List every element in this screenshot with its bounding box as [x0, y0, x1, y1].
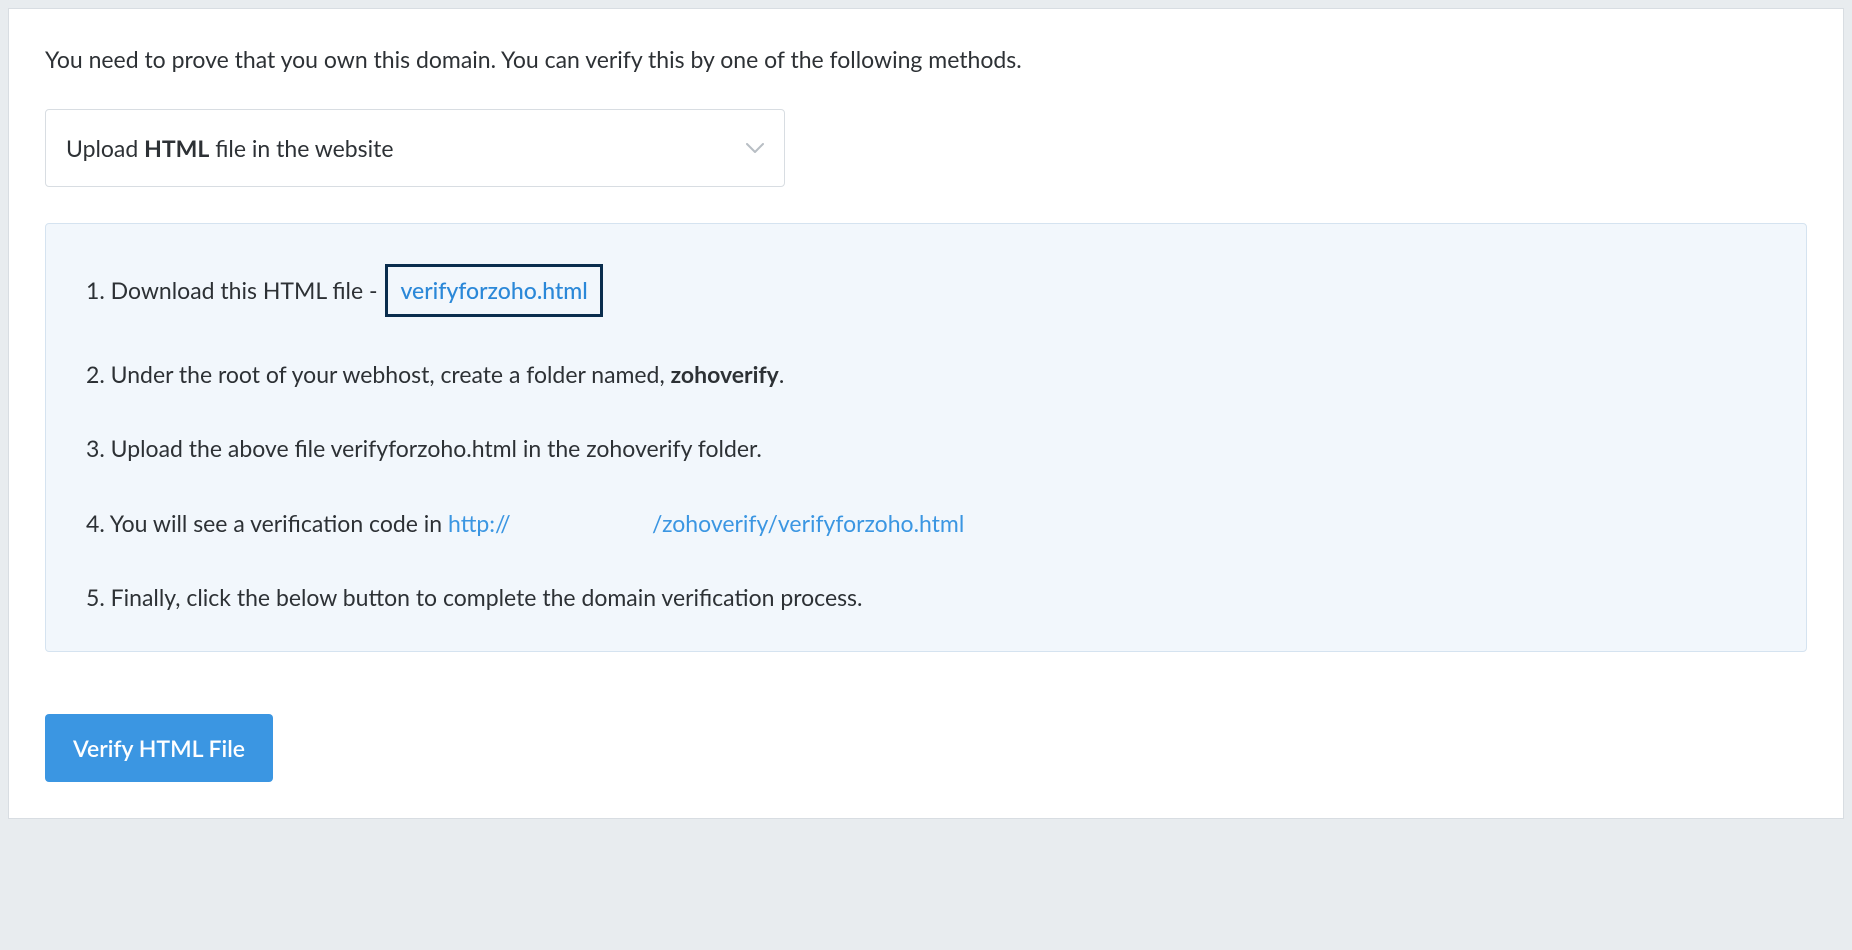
verify-html-file-button[interactable]: Verify HTML File: [45, 714, 273, 782]
step-4: 4. You will see a verification code in h…: [86, 506, 1766, 541]
step-1: 1. Download this HTML file - verifyforzo…: [86, 264, 1766, 317]
download-file-link-box[interactable]: verifyforzoho.html: [385, 264, 602, 317]
step-3: 3. Upload the above file verifyforzoho.h…: [86, 431, 1766, 466]
verification-url-link[interactable]: http:// /zohoverify/verifyforzoho.html: [448, 509, 964, 537]
verification-method-select[interactable]: Upload HTML file in the website: [45, 109, 785, 187]
intro-text: You need to prove that you own this doma…: [45, 45, 1807, 73]
download-file-link: verifyforzoho.html: [400, 276, 587, 304]
instructions-panel: 1. Download this HTML file - verifyforzo…: [45, 223, 1807, 652]
step-5: 5. Finally, click the below button to co…: [86, 580, 1766, 615]
method-select-label: Upload HTML file in the website: [66, 134, 394, 162]
verification-panel: You need to prove that you own this doma…: [8, 8, 1844, 819]
chevron-down-icon: [746, 139, 764, 157]
step-2: 2. Under the root of your webhost, creat…: [86, 357, 1766, 392]
